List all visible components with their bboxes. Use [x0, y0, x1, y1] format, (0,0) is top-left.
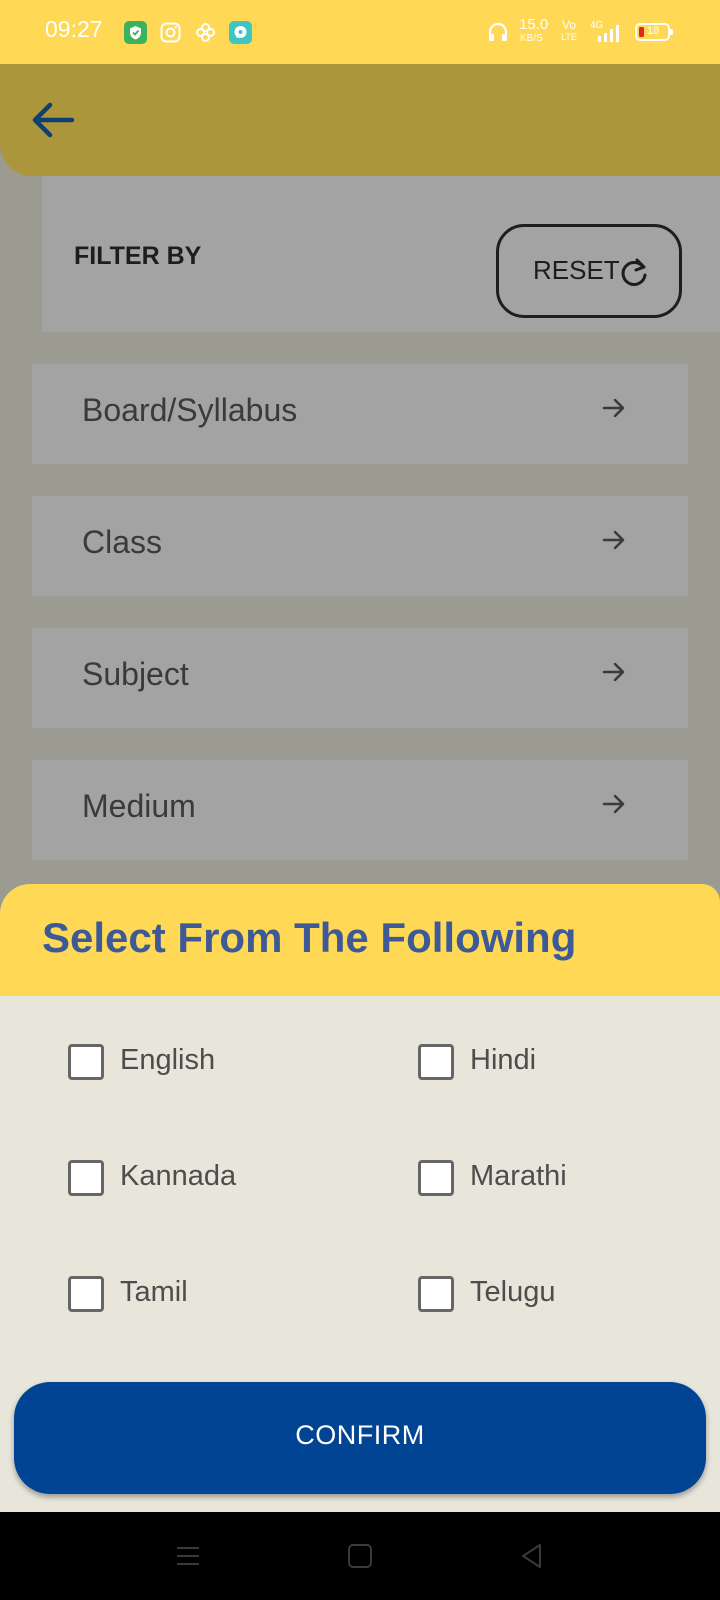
arrow-right-icon [600, 658, 628, 686]
home-square-icon[interactable] [344, 1540, 376, 1572]
filter-title: FILTER BY [74, 242, 202, 270]
option-label: Telugu [470, 1276, 556, 1308]
arrow-right-icon [600, 394, 628, 422]
volte-top: Vo [562, 18, 577, 32]
menu-icon[interactable] [172, 1540, 204, 1572]
option-label: Kannada [120, 1160, 237, 1192]
filter-item-class[interactable]: Class [32, 496, 688, 596]
sheet-header: Select From The Following [0, 884, 720, 996]
checkbox[interactable] [68, 1160, 104, 1196]
confirm-label: CONFIRM [295, 1420, 425, 1450]
filter-item-board-syllabus[interactable]: Board/Syllabus [32, 364, 688, 464]
refresh-icon [619, 257, 649, 289]
back-triangle-icon[interactable] [516, 1540, 548, 1572]
filter-item-label: Board/Syllabus [82, 392, 298, 428]
net-speed-unit: KB/S [520, 33, 543, 44]
checkbox[interactable] [418, 1044, 454, 1080]
battery-icon: 18 [635, 22, 675, 42]
filter-item-label: Class [82, 524, 163, 560]
signal-icon [596, 24, 624, 44]
option-label: Marathi [470, 1160, 567, 1192]
nav-bar [0, 1512, 720, 1600]
checkbox[interactable] [68, 1276, 104, 1312]
arrow-right-icon [600, 790, 628, 818]
pinwheel-icon [194, 21, 217, 44]
volte-bottom: LTE [561, 32, 577, 42]
headphones-icon [486, 20, 510, 44]
filter-item-label: Medium [82, 788, 196, 824]
option-label: English [120, 1044, 216, 1076]
battery-level: 18 [647, 25, 660, 37]
checkbox[interactable] [418, 1276, 454, 1312]
status-bar: 09:27 15.0 KB/S Vo LTE 4G 18 [0, 0, 720, 64]
option-label: Hindi [470, 1044, 537, 1076]
checkbox[interactable] [68, 1044, 104, 1080]
status-time: 09:27 [45, 16, 103, 42]
chat-icon [229, 21, 252, 44]
reset-button[interactable]: RESET [496, 224, 682, 318]
reset-label: RESET [533, 255, 620, 285]
net-speed-value: 15.0 [519, 16, 549, 33]
filter-item-subject[interactable]: Subject [32, 628, 688, 728]
checkbox[interactable] [418, 1160, 454, 1196]
option-label: Tamil [120, 1276, 188, 1308]
filter-item-label: Subject [82, 656, 189, 692]
arrow-left-icon[interactable] [28, 98, 76, 142]
shield-icon [124, 21, 147, 44]
arrow-right-icon [600, 526, 628, 554]
confirm-button[interactable]: CONFIRM [14, 1382, 706, 1494]
filter-item-medium[interactable]: Medium [32, 760, 688, 860]
instagram-icon [159, 21, 182, 44]
app-header [0, 64, 720, 176]
sheet-title: Select From The Following [42, 914, 577, 961]
